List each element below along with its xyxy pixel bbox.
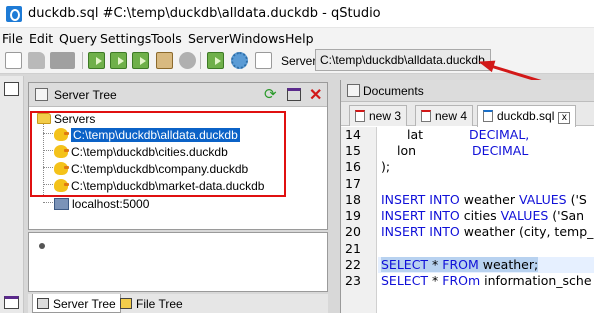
run-line-icon[interactable] (88, 52, 105, 69)
sql-file-icon (483, 110, 493, 122)
panel-icon (35, 88, 48, 101)
sql-file-icon (421, 110, 431, 122)
line-number: 19 (345, 208, 361, 223)
tab-duckdb-sql[interactable]: duckdb.sql x (477, 105, 577, 127)
panel-icon (347, 84, 360, 97)
tab-server-tree[interactable]: Server Tree (32, 294, 121, 313)
tab-label: File Tree (136, 297, 183, 311)
server-tree-header: Server Tree ⟳ ✕ (29, 83, 327, 107)
code-line: ); (381, 159, 391, 174)
maximize-panel-icon[interactable] (287, 88, 301, 101)
code-line-selected: SELECT * FROM weather; (381, 257, 539, 272)
menu-server[interactable]: Server (188, 31, 229, 46)
tab-label: new 3 (369, 109, 402, 123)
menu-windows[interactable]: Windows (229, 31, 285, 46)
run-selection-icon[interactable] (110, 52, 127, 69)
line-number: 18 (345, 192, 361, 207)
line-number: 21 (345, 241, 361, 256)
window-title: duckdb.sql #C:\temp\duckdb\alldata.duckd… (28, 6, 381, 21)
toolbar-separator (82, 52, 83, 69)
annotation-highlight-box (30, 111, 286, 197)
new-document-icon[interactable] (5, 52, 22, 69)
code-line: lat DECIMAL, (407, 127, 530, 142)
qstudio-app-icon (6, 6, 22, 22)
file-tree-tab-icon (120, 298, 132, 309)
open-folder-icon[interactable] (28, 52, 45, 69)
code-line: INSERT INTO cities VALUES ('San (381, 208, 585, 223)
window-icon[interactable] (4, 296, 19, 309)
menu-edit[interactable]: Edit (29, 31, 53, 46)
run-all-icon[interactable] (132, 52, 149, 69)
server-computer-icon (54, 198, 69, 210)
tab-label: duckdb.sql (497, 109, 555, 123)
menu-help[interactable]: Help (285, 31, 314, 46)
tree-node-server[interactable]: localhost:5000 (54, 196, 149, 212)
bullet-icon (39, 243, 45, 249)
line-number: 22 (345, 257, 361, 272)
title-bar: duckdb.sql #C:\temp\duckdb\alldata.duckd… (0, 0, 594, 28)
code-line: lon DECIMAL (397, 143, 529, 158)
tab-label: Server Tree (53, 297, 116, 311)
refresh-icon[interactable]: ⟳ (264, 87, 277, 103)
line-number: 16 (345, 159, 361, 174)
tree-guide (43, 202, 53, 203)
menu-query[interactable]: Query (59, 31, 97, 46)
menu-file[interactable]: File (2, 31, 23, 46)
sql-file-icon (355, 110, 365, 122)
left-side-strip (0, 76, 24, 313)
line-number: 15 (345, 143, 361, 158)
tab-file-tree[interactable]: File Tree (116, 294, 187, 313)
lower-panel (28, 232, 328, 292)
sql-editor[interactable]: 14 15 16 17 18 19 20 21 22 23 lat DECIMAL… (341, 127, 594, 313)
export-icon[interactable] (255, 52, 272, 69)
code-line: SELECT * FROm information_sche (381, 273, 592, 288)
close-panel-icon[interactable]: ✕ (309, 85, 322, 105)
documents-header: Documents (341, 80, 594, 102)
tab-label: new 4 (435, 109, 468, 123)
toolbar-separator (200, 52, 201, 69)
menu-bar: File Edit Query Settings Tools Server Wi… (0, 28, 594, 48)
menu-tools[interactable]: Tools (151, 31, 182, 46)
line-number: 17 (345, 176, 361, 191)
documents-title: Documents (363, 84, 424, 98)
restore-window-icon[interactable] (4, 82, 19, 96)
code-line: INSERT INTO weather VALUES ('S (381, 192, 587, 207)
server-tree-tab-icon (37, 298, 49, 309)
documents-panel: Documents new 3 new 4 duckdb.sql x 14 15 … (340, 80, 594, 313)
settings-icon[interactable] (231, 52, 248, 69)
tab-new-3[interactable]: new 3 (349, 105, 408, 126)
stop-icon[interactable] (179, 52, 196, 69)
document-tabs: new 3 new 4 duckdb.sql x (341, 102, 594, 127)
line-number: 23 (345, 273, 361, 288)
tab-new-4[interactable]: new 4 (415, 105, 474, 126)
paste-icon[interactable] (156, 52, 173, 69)
code-line: INSERT INTO weather (city, temp_ (381, 224, 594, 239)
server-tree-title: Server Tree (54, 88, 117, 102)
bottom-tab-bar: Server Tree File Tree (28, 294, 328, 313)
tree-node-label: localhost:5000 (72, 197, 150, 211)
menu-settings[interactable]: Settings (100, 31, 151, 46)
close-tab-icon[interactable]: x (558, 112, 571, 124)
line-number: 14 (345, 127, 361, 142)
save-all-icon[interactable] (64, 52, 75, 69)
server-label: Server: (281, 54, 320, 68)
line-number: 20 (345, 224, 361, 239)
server-select[interactable]: C:\temp\duckdb\alldata.duckdb (315, 49, 491, 71)
run-step-icon[interactable] (207, 52, 224, 69)
